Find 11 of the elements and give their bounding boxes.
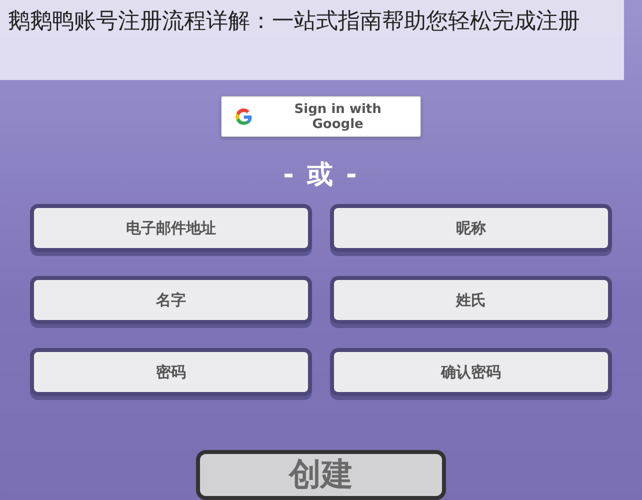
google-logo-icon [234, 106, 254, 126]
divider-text: - 或 - [283, 159, 359, 192]
text-field[interactable]: 密码 [30, 348, 312, 396]
caption-text: 鹅鹅鸭账号注册流程详解：一站式指南帮助您轻松完成注册 [0, 0, 624, 80]
create-button[interactable]: 创建 [196, 450, 446, 500]
google-sign-in-button[interactable]: Sign in with Google [221, 96, 421, 137]
text-field[interactable]: 姓氏 [330, 276, 612, 324]
text-field[interactable]: 确认密码 [330, 348, 612, 396]
text-field[interactable]: 电子邮件地址 [30, 204, 312, 252]
text-field[interactable]: 昵称 [330, 204, 612, 252]
text-field[interactable]: 名字 [30, 276, 312, 324]
